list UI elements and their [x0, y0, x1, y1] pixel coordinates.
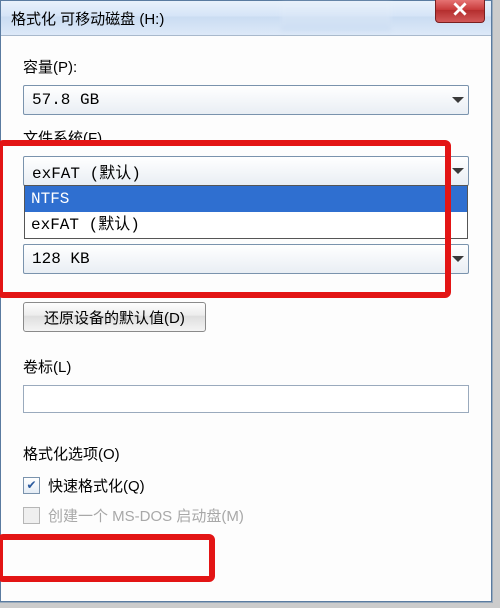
- quick-format-label: 快速格式化(Q): [48, 475, 145, 496]
- file-system-combobox[interactable]: exFAT (默认) NTFS exFAT (默认): [23, 156, 469, 186]
- capacity-label: 容量(P):: [23, 56, 469, 77]
- volume-label-section: 卷标(L): [23, 356, 469, 413]
- volume-label-input[interactable]: [23, 385, 469, 413]
- highlight-quick-format: [0, 534, 215, 582]
- file-system-dropdown-list: NTFS exFAT (默认): [24, 185, 468, 239]
- restore-defaults-button[interactable]: 还原设备的默认值(D): [23, 302, 206, 332]
- format-options-section: 格式化选项(O) ✔ 快速格式化(Q) 创建一个 MS-DOS 启动盘(M): [23, 443, 469, 528]
- volume-label-label: 卷标(L): [23, 356, 469, 377]
- chevron-down-icon: [452, 97, 464, 103]
- capacity-value: 57.8 GB: [32, 91, 99, 109]
- format-dialog-window: 格式化 可移动磁盘 (H:) 容量(P): 57.8 GB 文件系统(F) ex…: [0, 0, 492, 602]
- create-dos-label: 创建一个 MS-DOS 启动盘(M): [48, 505, 244, 526]
- create-dos-checkbox: [23, 507, 40, 524]
- file-system-value: exFAT (默认): [32, 159, 141, 183]
- titlebar: 格式化 可移动磁盘 (H:): [1, 1, 491, 36]
- allocation-unit-combobox[interactable]: 128 KB: [23, 244, 469, 274]
- window-title: 格式化 可移动磁盘 (H:): [11, 8, 164, 29]
- file-system-option-ntfs[interactable]: NTFS: [25, 186, 467, 212]
- file-system-option-exfat[interactable]: exFAT (默认): [25, 212, 467, 238]
- chevron-down-icon: [452, 168, 464, 174]
- quick-format-checkbox[interactable]: ✔: [23, 477, 40, 494]
- capacity-section: 容量(P): 57.8 GB: [23, 56, 469, 115]
- create-dos-row: 创建一个 MS-DOS 启动盘(M): [23, 502, 469, 528]
- close-icon: [453, 2, 467, 20]
- restore-defaults-row: 还原设备的默认值(D): [23, 302, 469, 332]
- checkmark-icon: ✔: [26, 478, 36, 492]
- dialog-client-area: 容量(P): 57.8 GB 文件系统(F) exFAT (默认) NTFS e…: [1, 36, 491, 602]
- quick-format-row[interactable]: ✔ 快速格式化(Q): [23, 472, 469, 498]
- capacity-combobox[interactable]: 57.8 GB: [23, 85, 469, 115]
- close-button[interactable]: [435, 0, 485, 23]
- allocation-unit-section: 128 KB: [23, 244, 469, 274]
- allocation-unit-value: 128 KB: [32, 250, 90, 268]
- chevron-down-icon: [452, 256, 464, 262]
- format-options-label: 格式化选项(O): [23, 443, 469, 464]
- file-system-label: 文件系统(F): [23, 127, 469, 148]
- file-system-section: 文件系统(F) exFAT (默认) NTFS exFAT (默认): [23, 127, 469, 186]
- titlebar-glass-decoration: [281, 3, 391, 31]
